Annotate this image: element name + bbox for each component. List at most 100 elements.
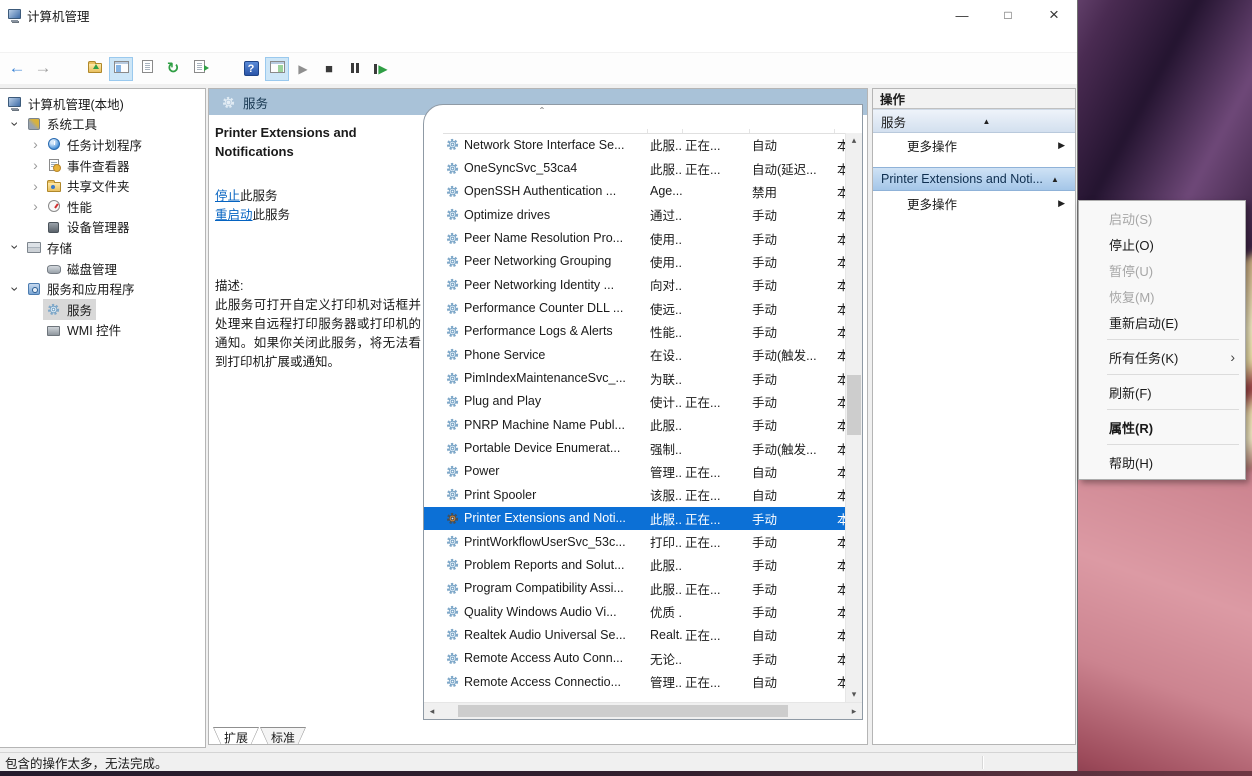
context-menu-item[interactable] <box>1107 444 1239 445</box>
context-menu-item[interactable] <box>1107 374 1239 375</box>
tree-item[interactable]: 存储 <box>0 237 205 258</box>
vertical-scrollbar[interactable]: ▴ ▾ <box>845 133 862 702</box>
actions-entry[interactable]: 服务 ▲ <box>873 109 1075 133</box>
toolbar-button[interactable]: ▶ <box>369 57 393 81</box>
service-name: Remote Access Connectio... <box>464 675 621 689</box>
context-menu-item[interactable]: 所有任务(K) › <box>1079 344 1245 370</box>
toolbar-button[interactable]: ▶ <box>291 57 315 81</box>
actions-entry[interactable]: Printer Extensions and Noti... ▲ <box>873 167 1075 191</box>
toolbar-button[interactable] <box>187 57 211 81</box>
toolbar-button[interactable]: ? <box>239 57 263 81</box>
horizontal-scrollbar[interactable]: ◂ ▸ <box>424 702 862 719</box>
service-row[interactable]: Peer Name Resolution Pro... 使用... 手动 本 <box>424 226 845 249</box>
service-row[interactable]: Print Spooler 该服... 正在... 自动 本 <box>424 483 845 506</box>
collapse-icon[interactable]: ▲ <box>1051 175 1059 184</box>
tree-item[interactable]: 任务计划程序 <box>0 134 205 155</box>
context-menu-item[interactable]: 帮助(H) <box>1079 449 1245 475</box>
vertical-scroll-thumb[interactable] <box>847 375 861 435</box>
sort-ascending-icon[interactable]: ˆ <box>540 105 544 119</box>
service-row[interactable]: Peer Networking Grouping 使用... 手动 本 <box>424 250 845 273</box>
context-menu-item[interactable] <box>1107 339 1239 340</box>
service-row[interactable]: Performance Counter DLL ... 使远... 手动 本 <box>424 296 845 319</box>
context-menu-item[interactable]: 恢复(M) <box>1079 283 1245 309</box>
service-row[interactable]: Remote Access Connectio... 管理... 正在... 自… <box>424 670 845 693</box>
service-description: 此服... <box>648 415 683 434</box>
service-row[interactable]: Printer Extensions and Noti... 此服... 正在.… <box>424 507 845 530</box>
service-row[interactable]: PimIndexMaintenanceSvc_... 为联... 手动 本 <box>424 366 845 389</box>
stop-service-link[interactable]: 停止 <box>215 189 240 203</box>
toolbar-button[interactable] <box>83 57 107 81</box>
tree-item[interactable]: 事件查看器 <box>0 155 205 176</box>
service-row[interactable]: OpenSSH Authentication ... Age... 禁用 本 <box>424 180 845 203</box>
status-bar-divider <box>982 756 984 769</box>
chevron-icon[interactable] <box>8 239 23 255</box>
service-logon-as: 本 <box>835 415 845 434</box>
service-row[interactable]: Network Store Interface Se... 此服... 正在..… <box>424 133 845 156</box>
restart-service-link[interactable]: 重启动 <box>215 208 253 222</box>
context-menu-item[interactable]: 刷新(F) <box>1079 379 1245 405</box>
toolbar-button[interactable]: → <box>31 57 55 81</box>
toolbar-button[interactable] <box>135 57 159 81</box>
toolbar-button[interactable]: ↻ <box>161 57 185 81</box>
scroll-up-icon[interactable]: ▴ <box>846 133 862 148</box>
service-row[interactable]: Phone Service 在设... 手动(触发... 本 <box>424 343 845 366</box>
toolbar-button[interactable] <box>265 57 289 81</box>
chevron-icon[interactable] <box>28 136 43 152</box>
service-row[interactable]: Quality Windows Audio Vi... 优质 ... 手动 本 <box>424 600 845 623</box>
tree-item[interactable]: 设备管理器 <box>0 217 205 238</box>
context-menu-item-label: 暂停(U) <box>1109 261 1153 280</box>
toolbar-button[interactable]: ← <box>5 57 29 81</box>
tree-item[interactable]: 磁盘管理 <box>0 258 205 279</box>
chevron-icon[interactable] <box>28 178 43 194</box>
view-tab[interactable]: 标准 <box>260 727 306 745</box>
view-tab[interactable]: 扩展 <box>213 727 259 745</box>
service-row[interactable]: Optimize drives 通过... 手动 本 <box>424 203 845 226</box>
service-row[interactable]: Realtek Audio Universal Se... Realt... 正… <box>424 623 845 646</box>
tree-item[interactable]: 计算机管理(本地) <box>0 93 205 114</box>
service-row[interactable]: Remote Access Auto Conn... 无论... 手动 本 <box>424 647 845 670</box>
toolbar-button[interactable] <box>343 57 367 81</box>
actions-entry-label: 更多操作 <box>907 136 957 155</box>
tree-item-label: 设备管理器 <box>67 217 130 236</box>
toolbar-button[interactable] <box>109 57 133 81</box>
context-menu-item[interactable]: 属性(R) <box>1079 414 1245 440</box>
service-row[interactable]: PrintWorkflowUserSvc_53c... 打印... 正在... … <box>424 530 845 553</box>
tree-item[interactable]: 服务和应用程序 <box>0 278 205 299</box>
actions-entry[interactable]: 更多操作 ▶ <box>873 191 1075 216</box>
context-menu-item[interactable]: 停止(O) <box>1079 231 1245 257</box>
chevron-icon[interactable] <box>28 198 43 214</box>
scroll-left-icon[interactable]: ◂ <box>424 706 440 717</box>
chevron-icon[interactable] <box>8 281 23 297</box>
service-row[interactable]: Performance Logs & Alerts 性能... 手动 本 <box>424 320 845 343</box>
service-row[interactable]: PNRP Machine Name Publ... 此服... 手动 本 <box>424 413 845 436</box>
service-row[interactable]: Peer Networking Identity ... 向对... 手动 本 <box>424 273 845 296</box>
tree-item[interactable]: 性能 <box>0 196 205 217</box>
horizontal-scroll-thumb[interactable] <box>458 705 788 717</box>
context-menu-item[interactable]: 重新启动(E) <box>1079 309 1245 335</box>
service-row[interactable]: Program Compatibility Assi... 此服... 正在..… <box>424 577 845 600</box>
toolbar-button[interactable] <box>213 57 237 81</box>
scroll-down-icon[interactable]: ▾ <box>846 687 862 702</box>
close-button[interactable]: × <box>1031 0 1077 30</box>
chevron-icon[interactable] <box>28 157 43 173</box>
actions-entry[interactable]: 更多操作 ▶ <box>873 133 1075 158</box>
tree-item[interactable]: 系统工具 <box>0 114 205 135</box>
scroll-right-icon[interactable]: ▸ <box>846 706 862 717</box>
minimize-button[interactable]: — <box>939 0 985 30</box>
maximize-button[interactable]: □ <box>985 0 1031 30</box>
tree-item[interactable]: 服务 <box>0 299 205 320</box>
context-menu-item[interactable] <box>1107 409 1239 410</box>
collapse-icon[interactable]: ▲ <box>983 117 991 126</box>
service-row[interactable]: Power 管理... 正在... 自动 本 <box>424 460 845 483</box>
context-menu-item[interactable]: 启动(S) <box>1079 205 1245 231</box>
tree-item[interactable]: 共享文件夹 <box>0 175 205 196</box>
service-row[interactable]: Plug and Play 使计... 正在... 手动 本 <box>424 390 845 413</box>
service-row[interactable]: OneSyncSvc_53ca4 此服... 正在... 自动(延迟... 本 <box>424 156 845 179</box>
service-row[interactable]: Portable Device Enumerat... 强制... 手动(触发.… <box>424 436 845 459</box>
tree-item[interactable]: WMI 控件 <box>0 320 205 341</box>
toolbar-button[interactable] <box>57 57 81 81</box>
service-row[interactable]: Problem Reports and Solut... 此服... 手动 本 <box>424 553 845 576</box>
context-menu-item[interactable]: 暂停(U) <box>1079 257 1245 283</box>
chevron-icon[interactable] <box>8 116 23 132</box>
toolbar-button[interactable]: ■ <box>317 57 341 81</box>
